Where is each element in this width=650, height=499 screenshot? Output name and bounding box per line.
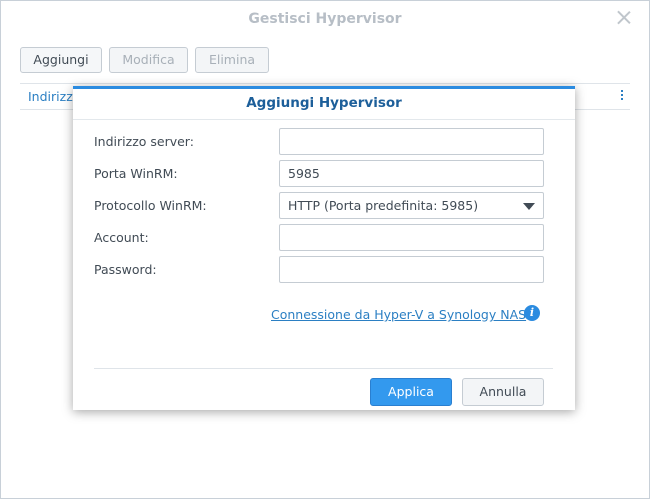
caret-down-icon xyxy=(523,203,535,210)
winrm-port-label: Porta WinRM: xyxy=(94,166,178,181)
apply-button[interactable]: Applica xyxy=(370,378,452,406)
account-label: Account: xyxy=(94,230,149,245)
add-button[interactable]: Aggiungi xyxy=(20,47,102,73)
account-input[interactable] xyxy=(279,224,544,251)
server-address-input[interactable] xyxy=(279,128,544,155)
winrm-protocol-select[interactable]: HTTP (Porta predefinita: 5985) xyxy=(279,192,544,219)
add-hypervisor-dialog: Aggiungi Hypervisor Indirizzo server: Po… xyxy=(73,86,575,410)
delete-button[interactable]: Elimina xyxy=(195,47,269,73)
server-address-label: Indirizzo server: xyxy=(94,134,194,149)
hyperv-help-link[interactable]: Connessione da Hyper-V a Synology NAS xyxy=(271,307,526,322)
winrm-protocol-label: Protocollo WinRM: xyxy=(94,198,207,213)
dialog-title: Aggiungi Hypervisor xyxy=(246,95,402,111)
winrm-port-input[interactable] xyxy=(279,160,544,187)
info-icon[interactable]: i xyxy=(524,305,540,321)
close-icon[interactable] xyxy=(617,10,631,24)
vertical-dots-icon[interactable] xyxy=(620,90,624,102)
window-title: Gestisci Hypervisor xyxy=(248,11,402,27)
edit-button[interactable]: Modifica xyxy=(109,47,188,73)
cancel-button[interactable]: Annulla xyxy=(462,378,544,406)
footer-divider xyxy=(94,368,553,369)
password-label: Password: xyxy=(94,262,157,277)
winrm-protocol-value: HTTP (Porta predefinita: 5985) xyxy=(288,198,479,213)
dialog-title-divider xyxy=(73,119,575,120)
password-input[interactable] xyxy=(279,256,544,283)
